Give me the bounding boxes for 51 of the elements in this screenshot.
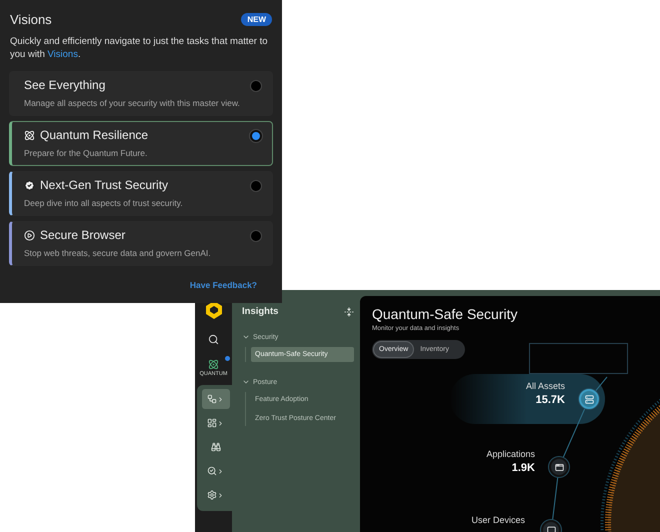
option-description: Prepare for the Quantum Future. [24,148,148,158]
vision-option[interactable]: See Everything Manage all aspects of your security with this master view. [9,71,273,116]
option-description: Manage all aspects of your security with this master view. [24,98,241,108]
option-title: Quantum Resilience [40,128,148,142]
atom-icon[interactable] [208,359,219,370]
vision-option[interactable]: Secure Browser Stop web threats, secure data and govern GenAI. [9,221,273,266]
settings-icon [207,490,217,500]
radio-button[interactable] [250,180,262,192]
sidebar-title: Insights [242,306,278,317]
chevron-icon [217,420,224,426]
nav-rail-button[interactable] [202,389,230,409]
metric-label: All Assets [526,381,565,391]
server-icon [584,394,594,404]
vision-option[interactable]: Next-Gen Trust Security Deep dive into all aspects of trust security. [9,171,273,216]
window-icon [554,462,564,472]
radio-button[interactable] [250,130,262,142]
chevron-icon [217,396,224,402]
option-description: Deep dive into all aspects of trust security. [24,198,184,208]
option-title: Secure Browser [40,228,126,242]
new-badge: NEW [241,13,272,26]
option-title: Next-Gen Trust Security [40,178,168,192]
collapse-icon[interactable] [344,306,354,316]
option-title: See Everything [24,78,106,92]
chevron-icon [242,333,250,341]
radio-button[interactable] [250,80,262,92]
binoculars-icon [210,442,220,452]
chevron-icon [217,492,224,498]
search-icon[interactable] [208,334,219,345]
badge-check-icon [24,180,35,190]
radio-button[interactable] [250,230,262,242]
atom-icon [24,130,35,140]
monitor-icon [546,526,556,532]
metric-node[interactable] [579,389,599,409]
logo-icon [204,300,222,320]
vision-option[interactable]: Quantum Resilience Prepare for the Quantum Future. [9,121,273,166]
feedback-link[interactable]: Have Feedback? [190,280,257,290]
chevron-icon [217,468,224,474]
option-description: Stop web threats, secure data and govern GenAI. [24,248,212,258]
metric-value: 15.7K [536,394,565,406]
play-circle-icon [24,230,35,240]
metric-label: Applications [486,449,535,459]
dashboard-icon [207,418,217,428]
search-check-icon [207,466,217,476]
popup-title: Visions [10,12,52,27]
metric-label: User Devices [471,515,525,525]
metric-node[interactable] [549,457,569,477]
page-title: Quantum-Safe Security [372,306,519,322]
visions-link[interactable]: Visions [48,49,78,60]
chevron-icon [242,378,250,386]
metric-value: 1.9K [512,462,535,474]
popup-description: Quickly and efficiently navigate to just the tasks that matter to you with Visions. [10,35,269,61]
